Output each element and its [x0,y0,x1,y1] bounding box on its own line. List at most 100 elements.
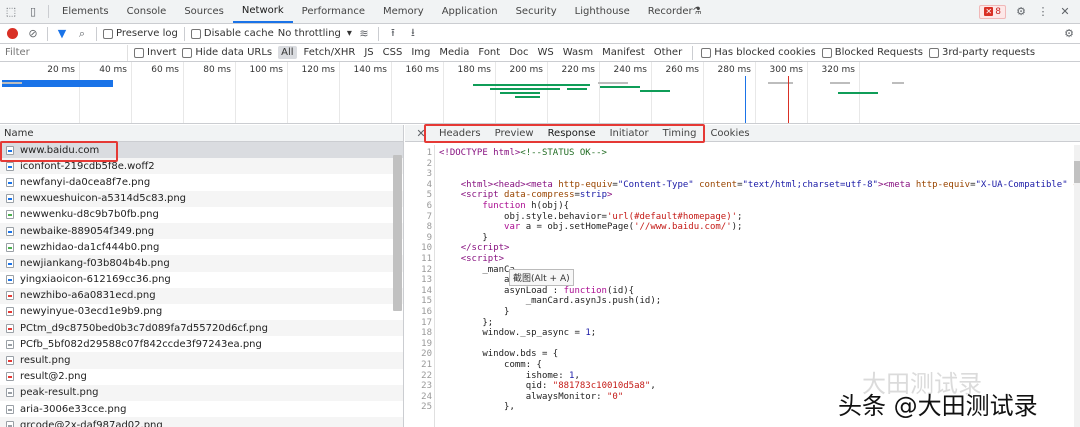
line-number: 13 [421,275,432,286]
request-row[interactable]: newfanyi-da0cea8f7e.png [0,174,403,190]
throttling-select[interactable]: No throttling ▾ [278,28,352,39]
filter-type-other[interactable]: Other [652,46,684,59]
close-devtools-icon[interactable]: ✕ [1058,5,1072,18]
record-button[interactable] [7,28,18,39]
line-text: <html><head><meta http-equiv="Content-Ty… [460,179,1080,190]
request-row[interactable]: newzhidao-da1cf444b0.png [0,239,403,255]
line-text: obj.style.behavior='url(#default#homepag… [439,211,743,222]
code-line: 7 obj.style.behavior='url(#default#homep… [405,212,1080,223]
image-file-icon [6,323,14,333]
tab-application[interactable]: Application [433,0,507,23]
filter-type-wasm[interactable]: Wasm [561,46,595,59]
request-row[interactable]: newbaike-889054f349.png [0,222,403,240]
checkbox-box[interactable] [701,47,712,58]
tab-memory[interactable]: Memory [374,0,433,23]
invert-checkbox[interactable]: Invert [134,47,176,58]
line-number: 20 [421,349,432,360]
import-har-icon[interactable]: ⭱ [385,26,401,42]
filter-type-font[interactable]: Font [476,46,502,59]
disable-cache-label: Disable cache [203,28,274,39]
tab-console[interactable]: Console [118,0,176,23]
filter-funnel-icon[interactable]: ▼ [54,26,70,42]
request-row[interactable]: result@2.png [0,369,403,385]
code-line: 3 [405,169,1080,180]
request-row[interactable]: newjiankang-f03b804b4b.png [0,255,403,272]
tab-performance[interactable]: Performance [293,0,374,23]
third-party-requests-checkbox[interactable]: 3rd-party requests [928,47,1035,58]
filter-type-doc[interactable]: Doc [507,46,530,59]
request-row[interactable]: PCtm_d9c8750bed0b3c7d089fa7d55720d6cf.pn… [0,320,403,337]
clear-icon[interactable]: ⊘ [25,26,41,42]
invert-label: Invert [147,47,177,58]
settings-gear-icon[interactable]: ⚙ [1014,5,1028,18]
disable-cache-checkbox[interactable]: Disable cache [190,28,274,39]
timeline-tick-label: 140 ms [353,65,388,75]
name-column-header[interactable]: Name [0,125,403,142]
search-icon[interactable]: ⌕ [74,26,90,42]
request-row[interactable]: newyinyue-03ecd1e9b9.png [0,304,403,320]
request-row[interactable]: PCfb_5bf082d29588c07f842ccde3f97243ea.pn… [0,336,403,352]
image-file-icon [6,242,14,252]
request-row[interactable]: newxueshuicon-a5314d5c83.png [0,190,403,207]
export-har-icon[interactable]: ⭳ [405,26,421,42]
filter-type-img[interactable]: Img [409,46,432,59]
tab-label: Console [126,6,167,17]
network-settings-gear-icon[interactable]: ⚙ [1064,27,1074,40]
line-text: } [439,232,488,243]
timeline-gridline [599,62,600,123]
filter-type-css[interactable]: CSS [381,46,405,59]
checkbox-box[interactable] [928,47,939,58]
request-name: qrcode@2x-daf987ad02.png [20,419,163,427]
line-number: 2 [426,158,432,169]
error-count-badge[interactable]: ✕ 8 [979,4,1006,19]
checkbox-box[interactable] [103,28,113,39]
tab-label: Elements [62,6,109,17]
filter-type-fetch-xhr[interactable]: Fetch/XHR [302,46,358,59]
request-row[interactable]: newwenku-d8c9b7b0fb.png [0,207,403,223]
filter-type-manifest[interactable]: Manifest [600,46,647,59]
code-line: 19 [405,339,1080,350]
checkbox-box[interactable] [821,47,832,58]
tab-lighthouse[interactable]: Lighthouse [566,0,639,23]
filter-type-all[interactable]: All [278,46,297,59]
request-row[interactable]: yingxiaoicon-612169cc36.png [0,272,403,288]
has-blocked-cookies-checkbox[interactable]: Has blocked cookies [701,47,816,58]
filter-type-js[interactable]: JS [362,46,375,59]
network-conditions-wifi-icon[interactable]: ≋ [356,26,372,42]
request-name: newjiankang-f03b804b4b.png [20,257,170,269]
code-line: 5 <script data-compress=strip> [405,190,1080,201]
details-tab-cookies[interactable]: Cookies [704,128,755,139]
request-list-scrollbar[interactable] [393,155,402,311]
code-scrollbar-thumb[interactable] [1074,161,1080,183]
timeline-gridline [807,62,808,123]
checkbox-box[interactable] [182,47,193,58]
timeline-gridline [235,62,236,123]
tab-network[interactable]: Network [232,0,293,23]
timeline-gridline [651,62,652,123]
tab-sources[interactable]: Sources [175,0,233,23]
filter-input[interactable] [0,44,128,61]
more-options-icon[interactable]: ⋮ [1036,5,1050,18]
tab-label: Lighthouse [574,6,630,17]
checkbox-box[interactable] [190,28,201,39]
tab-elements[interactable]: Elements [53,0,118,23]
checkbox-box[interactable] [134,47,144,58]
request-row[interactable]: aria-3006e33cce.png [0,401,403,417]
filter-type-ws[interactable]: WS [536,46,556,59]
request-row[interactable]: qrcode@2x-daf987ad02.png [0,417,403,427]
inspect-element-icon[interactable]: ⬚ [0,0,22,23]
preserve-log-checkbox[interactable]: Preserve log [103,28,178,39]
tab-security[interactable]: Security [507,0,566,23]
filter-type-media[interactable]: Media [437,46,471,59]
request-row[interactable]: peak-result.png [0,384,403,401]
code-scrollbar[interactable] [1074,145,1080,427]
device-toolbar-icon[interactable]: ▯ [22,0,44,23]
tab-recorder[interactable]: Recorder ⚗ [639,0,711,23]
request-row[interactable]: result.png [0,352,403,369]
request-row[interactable]: newzhibo-a6a0831ecd.png [0,287,403,304]
network-overview-timeline[interactable]: 20 ms 40 ms 60 ms 80 ms 100 ms 120 ms 140 ms 16… [0,62,1080,124]
timeline-gridline [287,62,288,123]
blocked-requests-checkbox[interactable]: Blocked Requests [821,47,923,58]
line-number: 19 [421,338,432,349]
hide-data-urls-checkbox[interactable]: Hide data URLs [182,47,272,58]
